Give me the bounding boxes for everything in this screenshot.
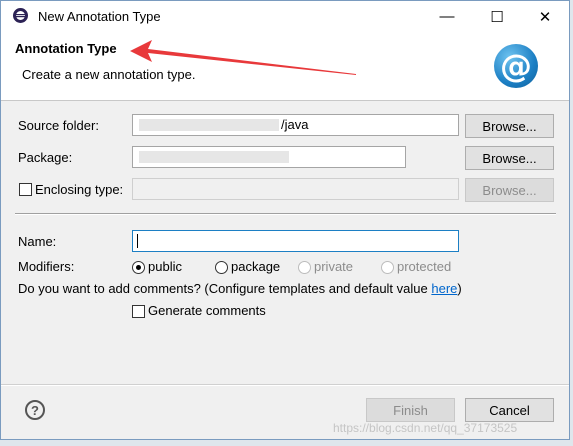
enclosing-type-label: Enclosing type: xyxy=(35,182,124,197)
separator xyxy=(15,213,556,215)
source-folder-label: Source folder: xyxy=(18,118,99,133)
source-folder-input[interactable]: /java xyxy=(132,114,459,136)
window-title: New Annotation Type xyxy=(38,9,161,24)
name-label: Name: xyxy=(18,234,57,249)
modifier-protected-radio[interactable] xyxy=(381,261,394,274)
modifier-package-label: package xyxy=(231,259,281,274)
redacted-text xyxy=(139,151,289,163)
cancel-button[interactable]: Cancel xyxy=(465,398,554,422)
enclosing-type-input[interactable] xyxy=(132,178,459,200)
modifier-protected-label: protected xyxy=(397,259,452,274)
enclosing-type-checkbox[interactable] xyxy=(19,183,32,196)
red-arrow-annotation xyxy=(130,40,356,75)
comments-question-text: Do you want to add comments? (Configure … xyxy=(18,281,432,296)
generate-comments-checkbox[interactable] xyxy=(132,305,145,318)
enclosing-type-browse-button[interactable]: Browse... xyxy=(465,178,554,202)
text-cursor xyxy=(137,234,138,248)
modifiers-label: Modifiers: xyxy=(18,259,75,274)
finish-button[interactable]: Finish xyxy=(366,398,455,422)
generate-comments-label: Generate comments xyxy=(148,303,266,318)
watermark: https://blog.csdn.net/qq_37173525 xyxy=(333,421,518,435)
modifier-package-radio[interactable] xyxy=(215,261,228,274)
annotation-logo-icon: @ xyxy=(494,44,538,88)
source-folder-browse-button[interactable]: Browse... xyxy=(465,114,554,138)
banner-title: Annotation Type xyxy=(15,41,117,56)
package-input[interactable] xyxy=(132,146,406,168)
title-bar: New Annotation Type — ☐ ✕ xyxy=(1,1,569,32)
package-label: Package: xyxy=(18,150,73,165)
maximize-button[interactable]: ☐ xyxy=(474,1,520,32)
help-icon[interactable]: ? xyxy=(25,400,45,420)
comments-question: Do you want to add comments? (Configure … xyxy=(18,281,462,296)
modifier-public-radio[interactable] xyxy=(132,261,145,274)
modifier-public-label: public xyxy=(148,259,182,274)
comments-question-close: ) xyxy=(457,281,462,296)
redacted-text xyxy=(139,119,279,131)
footer-separator xyxy=(1,384,569,386)
minimize-button[interactable]: — xyxy=(424,1,470,32)
source-folder-value: /java xyxy=(281,117,309,132)
close-button[interactable]: ✕ xyxy=(522,1,568,32)
modifier-private-radio[interactable] xyxy=(298,261,311,274)
package-browse-button[interactable]: Browse... xyxy=(465,146,554,170)
eclipse-icon xyxy=(13,8,28,23)
configure-templates-link[interactable]: here xyxy=(431,281,457,296)
modifier-private-label: private xyxy=(314,259,354,274)
new-annotation-type-dialog: New Annotation Type — ☐ ✕ Annotation Typ… xyxy=(0,0,570,440)
name-input[interactable] xyxy=(132,230,459,252)
